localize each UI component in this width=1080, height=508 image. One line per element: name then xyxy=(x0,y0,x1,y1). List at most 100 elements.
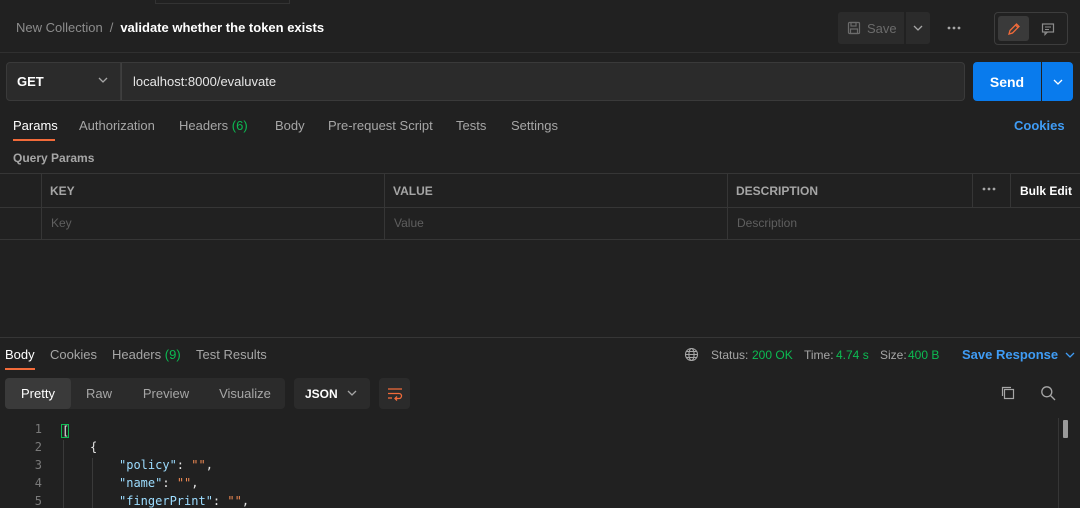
view-mode-segmented-control: Pretty Raw Preview Visualize xyxy=(5,378,285,409)
edit-mode-button[interactable] xyxy=(998,16,1029,41)
tab-params[interactable]: Params xyxy=(13,118,58,133)
response-body-editor[interactable]: 1 2 3 4 5 [ { "policy": "", "name": "", … xyxy=(0,418,1080,508)
column-divider xyxy=(41,174,42,239)
chevron-down-icon xyxy=(347,390,357,396)
code-line: "name": "", xyxy=(119,476,199,490)
documentation-mode-button[interactable] xyxy=(1032,16,1063,41)
tab-prerequest-script[interactable]: Pre-request Script xyxy=(328,118,433,133)
more-actions-button[interactable] xyxy=(940,16,968,40)
chevron-down-icon xyxy=(1053,79,1063,85)
column-divider xyxy=(384,174,385,239)
column-header-key: KEY xyxy=(50,184,75,198)
active-tab-indicator xyxy=(13,139,55,141)
column-header-value: VALUE xyxy=(393,184,433,198)
view-raw[interactable]: Raw xyxy=(71,378,127,409)
breadcrumb-separator: / xyxy=(109,20,114,35)
save-button[interactable]: Save xyxy=(838,12,904,44)
matched-bracket: [ xyxy=(61,424,70,438)
send-dropdown-button[interactable] xyxy=(1042,62,1073,101)
size-value[interactable]: 400 B xyxy=(908,348,939,362)
save-response-label: Save Response xyxy=(962,347,1059,362)
indent-guide xyxy=(92,458,93,508)
comment-icon xyxy=(1041,22,1055,36)
response-tab-cookies[interactable]: Cookies xyxy=(50,347,97,362)
json-key: "policy" xyxy=(119,458,177,472)
method-label: GET xyxy=(17,74,44,89)
size-label: Size: xyxy=(880,348,907,362)
json-string: "" xyxy=(176,476,192,490)
wrap-lines-icon xyxy=(387,387,403,401)
chevron-down-icon xyxy=(1065,352,1075,358)
tab-settings[interactable]: Settings xyxy=(511,118,558,133)
request-header-bar: New Collection / validate whether the to… xyxy=(0,0,1080,53)
json-key: "name" xyxy=(119,476,163,490)
response-tab-test-results[interactable]: Test Results xyxy=(196,347,267,362)
method-select[interactable]: GET xyxy=(6,62,121,101)
time-value[interactable]: 4.74 s xyxy=(836,348,869,362)
table-row-divider xyxy=(0,207,1080,208)
status-value[interactable]: 200 OK xyxy=(752,348,793,362)
query-params-table: KEY VALUE DESCRIPTION Bulk Edit Key Valu… xyxy=(0,173,1080,240)
save-icon xyxy=(847,21,861,35)
format-label: JSON xyxy=(305,386,338,401)
view-preview[interactable]: Preview xyxy=(127,378,205,409)
globe-icon[interactable] xyxy=(684,347,699,362)
tab-authorization[interactable]: Authorization xyxy=(79,118,155,133)
chevron-down-icon xyxy=(98,77,108,83)
line-number: 5 xyxy=(34,494,42,508)
request-tabs: Params Authorization Headers (6) Body Pr… xyxy=(0,110,1080,141)
url-input[interactable]: localhost:8000/evaluvate xyxy=(121,62,965,101)
save-response-button[interactable]: Save Response xyxy=(962,347,1075,362)
breadcrumb: New Collection / validate whether the to… xyxy=(16,20,324,35)
chevron-down-icon xyxy=(913,25,923,31)
scrollbar-thumb[interactable] xyxy=(1063,420,1068,438)
search-icon[interactable] xyxy=(1040,385,1056,401)
line-number: 4 xyxy=(34,476,42,490)
query-params-heading: Query Params xyxy=(13,151,95,165)
pencil-icon xyxy=(1007,22,1021,36)
param-key-input[interactable]: Key xyxy=(51,216,72,230)
breadcrumb-collection[interactable]: New Collection xyxy=(16,20,103,35)
request-name[interactable]: validate whether the token exists xyxy=(120,20,324,35)
tab-headers[interactable]: Headers (6) xyxy=(179,118,248,133)
open-brace: { xyxy=(90,440,98,454)
view-visualize[interactable]: Visualize xyxy=(205,378,285,409)
pane-resize-handle[interactable] xyxy=(0,337,1080,338)
response-tab-headers[interactable]: Headers (9) xyxy=(112,347,181,362)
scrollbar-track xyxy=(1058,418,1059,508)
param-description-input[interactable]: Description xyxy=(737,216,797,230)
json-string: "" xyxy=(191,458,206,472)
json-string: "" xyxy=(227,494,242,508)
response-tab-headers-count: (9) xyxy=(164,347,181,362)
code-line: [ xyxy=(61,422,69,438)
column-header-description: DESCRIPTION xyxy=(736,184,819,198)
copy-icon[interactable] xyxy=(1000,385,1016,401)
active-response-tab-indicator xyxy=(5,368,35,370)
code-line: "fingerPrint": "", xyxy=(119,494,250,508)
line-number: 3 xyxy=(34,458,42,472)
send-button[interactable]: Send xyxy=(973,62,1041,101)
cookies-link[interactable]: Cookies xyxy=(1014,118,1065,133)
tab-body[interactable]: Body xyxy=(275,118,305,133)
response-tab-body[interactable]: Body xyxy=(5,347,35,362)
format-select[interactable]: JSON xyxy=(294,378,370,409)
line-number: 2 xyxy=(34,440,42,454)
send-label: Send xyxy=(989,73,1025,90)
code-line: { xyxy=(90,440,97,454)
tab-headers-label: Headers xyxy=(179,118,229,133)
code-line: "policy": "", xyxy=(119,458,213,472)
table-options-button[interactable] xyxy=(982,187,996,191)
view-pretty[interactable]: Pretty xyxy=(5,378,71,409)
param-value-input[interactable]: Value xyxy=(394,216,424,230)
bulk-edit-button[interactable]: Bulk Edit xyxy=(1020,184,1072,198)
indent-guide xyxy=(63,440,64,508)
column-divider xyxy=(972,174,973,207)
save-label: Save xyxy=(867,20,897,36)
column-divider xyxy=(727,174,728,239)
save-dropdown-button[interactable] xyxy=(906,12,930,44)
edit-docs-toggle xyxy=(994,12,1068,45)
tab-tests[interactable]: Tests xyxy=(456,118,486,133)
time-label: Time: xyxy=(804,348,834,362)
json-key: "fingerPrint" xyxy=(119,494,213,508)
wrap-lines-button[interactable] xyxy=(379,378,410,409)
